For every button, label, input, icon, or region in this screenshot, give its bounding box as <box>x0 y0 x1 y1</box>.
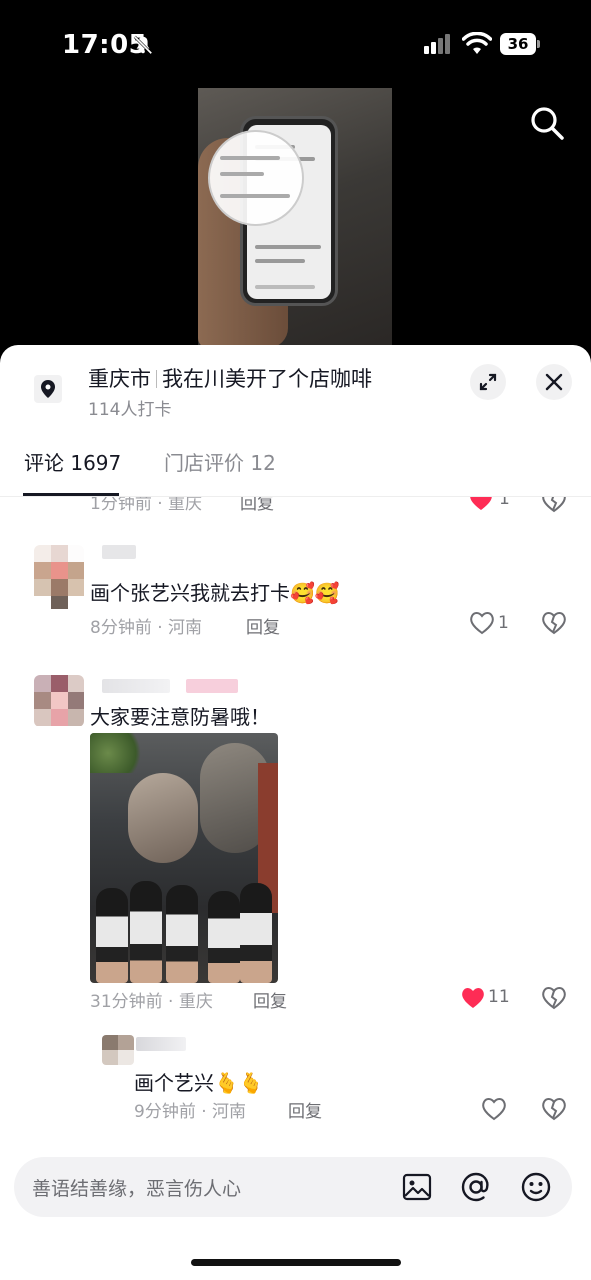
comment-text: 大家要注意防暑哦！ <box>90 705 270 729</box>
video-thumbnail[interactable] <box>198 88 392 350</box>
image-icon[interactable] <box>402 1172 432 1202</box>
username-blurred[interactable] <box>136 1037 186 1051</box>
username-blurred[interactable] <box>102 545 136 559</box>
dislike-heart-icon[interactable] <box>541 985 567 1011</box>
comments-sheet: 重庆市 我在川美开了个店咖啡 114人打卡 评论 1697 门店评价 12 1分钟… <box>0 345 591 1280</box>
wifi-icon <box>462 32 492 54</box>
like-count: 1 <box>498 613 509 633</box>
avatar[interactable] <box>34 675 84 727</box>
username-blurred[interactable] <box>102 679 170 693</box>
status-bar: 17:05 36 <box>0 0 591 88</box>
home-indicator[interactable] <box>191 1259 401 1266</box>
comment-meta: 1分钟前 · 重庆 <box>90 497 203 514</box>
user-badge-blurred <box>186 679 238 693</box>
location-pin-icon <box>34 375 62 403</box>
reply-button[interactable]: 回复 <box>246 613 280 638</box>
tab-comments[interactable]: 评论 1697 <box>24 447 121 476</box>
avatar[interactable] <box>102 1035 134 1065</box>
dislike-heart-icon[interactable] <box>541 1096 567 1122</box>
comment-list[interactable]: 1分钟前 · 重庆 回复 1 画个张艺兴我就去打卡🥰🥰 8分钟前 · 河南 回复… <box>0 497 591 1139</box>
expand-icon <box>479 373 497 391</box>
heart-filled-icon[interactable] <box>468 497 494 512</box>
avatar[interactable] <box>34 545 84 609</box>
location-shop: 我在川美开了个店咖啡 <box>162 367 372 391</box>
location-city: 重庆市 <box>88 367 151 391</box>
heart-outline-icon[interactable] <box>481 1097 507 1121</box>
close-icon <box>545 373 563 391</box>
dislike-heart-icon[interactable] <box>541 610 567 636</box>
like-count: 1 <box>499 497 510 509</box>
reply-button[interactable]: 回复 <box>240 497 274 514</box>
expand-button[interactable] <box>470 364 506 400</box>
comment-meta: 8分钟前 · 河南 <box>90 618 203 638</box>
bell-muted-icon <box>133 35 153 55</box>
dislike-heart-icon[interactable] <box>541 497 567 514</box>
mention-at-icon[interactable] <box>460 1171 492 1203</box>
reply-meta: 9分钟前 · 河南 <box>134 1102 247 1122</box>
battery-level: 36 <box>500 33 536 55</box>
location-title[interactable]: 重庆市 我在川美开了个店咖啡 <box>88 363 372 393</box>
comment-input-placeholder[interactable]: 善语结善缘，恶言伤人心 <box>32 1174 241 1201</box>
close-button[interactable] <box>536 364 572 400</box>
like-count: 11 <box>488 987 510 1007</box>
battery-icon: 36 <box>500 33 540 55</box>
tab-store-reviews[interactable]: 门店评价 12 <box>164 447 276 476</box>
comment-input[interactable]: 善语结善缘，恶言伤人心 <box>14 1157 572 1217</box>
search-icon[interactable] <box>528 104 566 142</box>
comment-meta: 31分钟前 · 重庆 <box>90 992 213 1012</box>
heart-outline-icon[interactable] <box>469 611 495 635</box>
checkin-count: 114人打卡 <box>88 400 172 420</box>
comment-image[interactable] <box>90 733 278 983</box>
reply-button[interactable]: 回复 <box>253 987 287 1012</box>
reply-button[interactable]: 回复 <box>288 1097 322 1122</box>
cellular-signal-icon <box>424 34 450 54</box>
comment-text: 画个张艺兴我就去打卡🥰🥰 <box>90 581 340 605</box>
reply-text: 画个艺兴🫰🫰 <box>134 1071 264 1095</box>
heart-filled-icon[interactable] <box>460 986 486 1010</box>
emoji-icon[interactable] <box>520 1171 552 1203</box>
